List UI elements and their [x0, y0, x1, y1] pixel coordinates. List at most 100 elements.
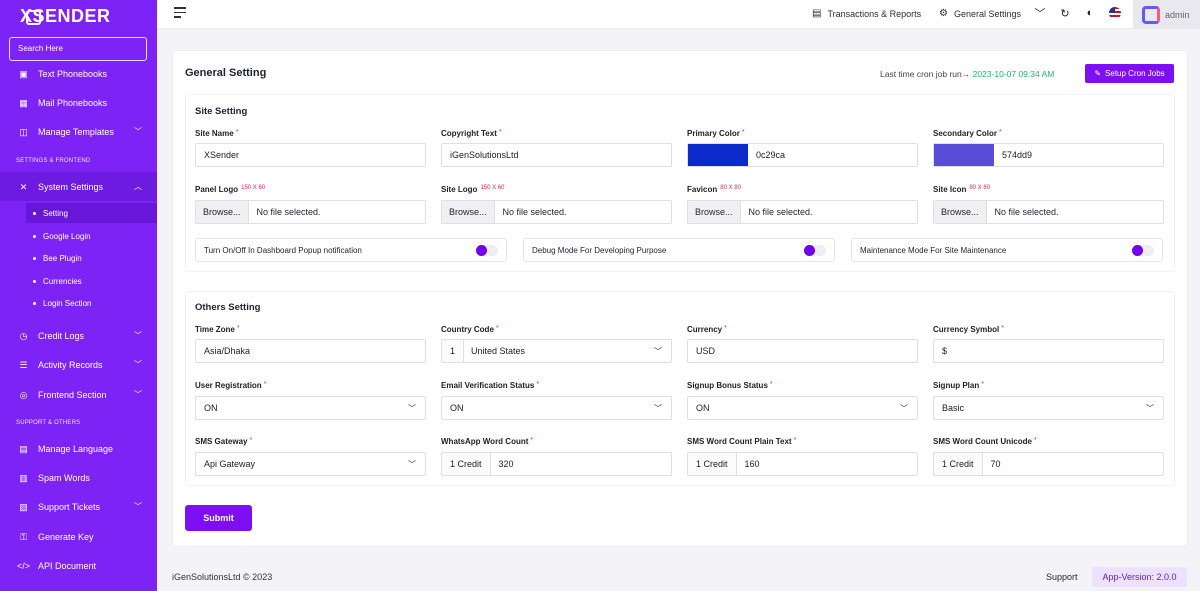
sms-gateway-select[interactable]: Api Gateway ﹀ [195, 452, 426, 476]
maintenance-toggle[interactable] [1132, 245, 1154, 256]
general-settings-link[interactable]: ⚙ General Settings [939, 8, 1021, 19]
secondary-color-input[interactable]: 574dd9 [933, 143, 1164, 167]
site-logo-file[interactable]: Browse... No file selected. [441, 200, 672, 224]
search-input[interactable]: Search Here [9, 37, 147, 61]
sidebar-item-support-tickets[interactable]: ▧ Support Tickets ﹀ [0, 496, 157, 518]
secondary-color-swatch[interactable] [934, 144, 994, 166]
secondary-color-label: Secondary Color * [933, 129, 1002, 138]
chevron-down-icon: ﹀ [408, 460, 416, 469]
currency-symbol-label: Currency Symbol * [933, 325, 1004, 334]
whatsapp-count-input[interactable]: 1 Credit 320 [441, 452, 672, 476]
flag-us-icon[interactable] [1108, 6, 1122, 20]
cron-status: Last time cron job run→ 2023-10-07 09:34… [880, 69, 1055, 79]
version-badge: App-Version: 2.0.0 [1092, 567, 1187, 587]
currency-symbol-input[interactable]: $ [933, 339, 1164, 363]
site-name-input[interactable]: XSender [195, 143, 426, 167]
chevron-up-icon: ︿ [134, 182, 142, 191]
chevron-down-icon[interactable]: ﹀ [1033, 6, 1047, 20]
user-registration-select[interactable]: ON ﹀ [195, 396, 426, 420]
copyright-label: Copyright Text * [441, 129, 502, 138]
chevron-down-icon: ﹀ [134, 502, 142, 511]
user-registration-label: User Registration * [195, 381, 267, 390]
sms-gateway-label: SMS Gateway * [195, 437, 253, 446]
chevron-down-icon: ﹀ [134, 390, 142, 399]
browse-button[interactable]: Browse... [196, 201, 249, 223]
signup-bonus-label: Signup Bonus Status * [687, 381, 773, 390]
copyright-input[interactable]: iGenSolutionsLtd [441, 143, 672, 167]
chevron-down-icon: ﹀ [408, 404, 416, 413]
section-settings: SETTINGS & FRONTEND [16, 158, 91, 164]
section-support: SUPPORT & OTHERS [16, 420, 81, 426]
report-icon: ▤ [812, 8, 822, 19]
site-setting-title: Site Setting [195, 106, 248, 117]
menu-icon[interactable] [174, 7, 186, 18]
transactions-link[interactable]: ▤ Transactions & Reports [812, 8, 921, 19]
unicode-count-label: SMS Word Count Unicode * [933, 437, 1037, 446]
debug-mode-toggle-row: Debug Mode For Developing Purpose [523, 238, 835, 262]
bullet-icon [33, 257, 36, 260]
sub-item-currencies[interactable]: Currencies [33, 277, 82, 286]
sidebar-item-generate-key[interactable]: ⚿ Generate Key [0, 526, 157, 548]
sidebar-item-text-phonebooks[interactable]: ▣ Text Phonebooks [0, 63, 157, 85]
mail-icon: ▦ [19, 97, 28, 108]
timezone-label: Time Zone * [195, 325, 240, 334]
primary-color-swatch[interactable] [688, 144, 748, 166]
sub-item-login-section[interactable]: Login Section [33, 299, 91, 308]
chevron-down-icon: ﹀ [134, 360, 142, 369]
favicon-file[interactable]: Browse... No file selected. [687, 200, 918, 224]
browse-button[interactable]: Browse... [442, 201, 495, 223]
email-verification-select[interactable]: ON ﹀ [441, 396, 672, 420]
sidebar-item-system-settings[interactable]: ✕ System Settings ︿ [0, 176, 157, 198]
chevron-down-icon: ﹀ [134, 331, 142, 340]
primary-color-input[interactable]: 0c29ca [687, 143, 918, 167]
sidebar-item-activity-records[interactable]: ☰ Activity Records ﹀ [0, 354, 157, 376]
site-icon-file[interactable]: Browse... No file selected. [933, 200, 1164, 224]
sub-item-setting[interactable]: Setting [33, 209, 68, 218]
plain-count-label: SMS Word Count Plain Text * [687, 437, 797, 446]
refresh-icon[interactable]: ↻ [1058, 6, 1072, 20]
country-code-select[interactable]: 1 United States ﹀ [441, 339, 672, 363]
browse-button[interactable]: Browse... [688, 201, 741, 223]
unicode-count-input[interactable]: 1 Credit 70 [933, 452, 1164, 476]
chevron-down-icon: ﹀ [1146, 404, 1154, 413]
sidebar-item-manage-language[interactable]: ▤ Manage Language [0, 438, 157, 460]
submit-button[interactable]: Submit [185, 505, 252, 531]
globe-icon: ◎ [19, 389, 28, 400]
chevron-down-icon: ﹀ [134, 127, 142, 136]
support-link[interactable]: Support [1046, 572, 1078, 582]
country-code-label: Country Code * [441, 325, 499, 334]
panel-logo-file[interactable]: Browse... No file selected. [195, 200, 426, 224]
list-icon: ☰ [19, 359, 28, 370]
language-icon: ▤ [19, 443, 28, 454]
plain-count-input[interactable]: 1 Credit 160 [687, 452, 918, 476]
site-logo-label: Site Logo 150 X 60 [441, 185, 505, 194]
email-verification-label: Email Verification Status * [441, 381, 540, 390]
sidebar-item-manage-templates[interactable]: ◫ Manage Templates ﹀ [0, 121, 157, 143]
sidebar-item-api-document[interactable]: </> API Document [0, 555, 157, 577]
sub-item-google-login[interactable]: Google Login [33, 232, 91, 241]
signup-plan-select[interactable]: Basic ﹀ [933, 396, 1164, 420]
history-icon: ◷ [19, 330, 28, 341]
sub-item-bee-plugin[interactable]: Bee Plugin [33, 254, 82, 263]
setup-cron-button[interactable]: ✎ Setup Cron Jobs [1085, 64, 1174, 83]
signup-bonus-select[interactable]: ON ﹀ [687, 396, 918, 420]
currency-input[interactable]: USD [687, 339, 918, 363]
sidebar-item-credit-logs[interactable]: ◷ Credit Logs ﹀ [0, 325, 157, 347]
user-menu[interactable]: admin [1133, 0, 1200, 29]
debug-toggle[interactable] [804, 245, 826, 256]
currency-label: Currency * [687, 325, 727, 334]
bullet-icon [33, 235, 36, 238]
theme-icon[interactable]: ◐ [1083, 6, 1097, 20]
sidebar-item-mail-phonebooks[interactable]: ▦ Mail Phonebooks [0, 92, 157, 114]
phonebook-icon: ▣ [19, 68, 28, 79]
browse-button[interactable]: Browse... [934, 201, 987, 223]
site-name-label: Site Name * [195, 129, 239, 138]
template-icon: ◫ [19, 126, 28, 137]
timezone-input[interactable]: Asia/Dhaka [195, 339, 426, 363]
sidebar-item-spam-words[interactable]: ▥ Spam Words [0, 467, 157, 489]
others-setting-title: Others Setting [195, 302, 261, 313]
document-icon: ▥ [19, 472, 28, 483]
sidebar-item-frontend-section[interactable]: ◎ Frontend Section ﹀ [0, 384, 157, 406]
wrench-icon: ✎ [1094, 69, 1102, 78]
popup-toggle[interactable] [476, 245, 498, 256]
